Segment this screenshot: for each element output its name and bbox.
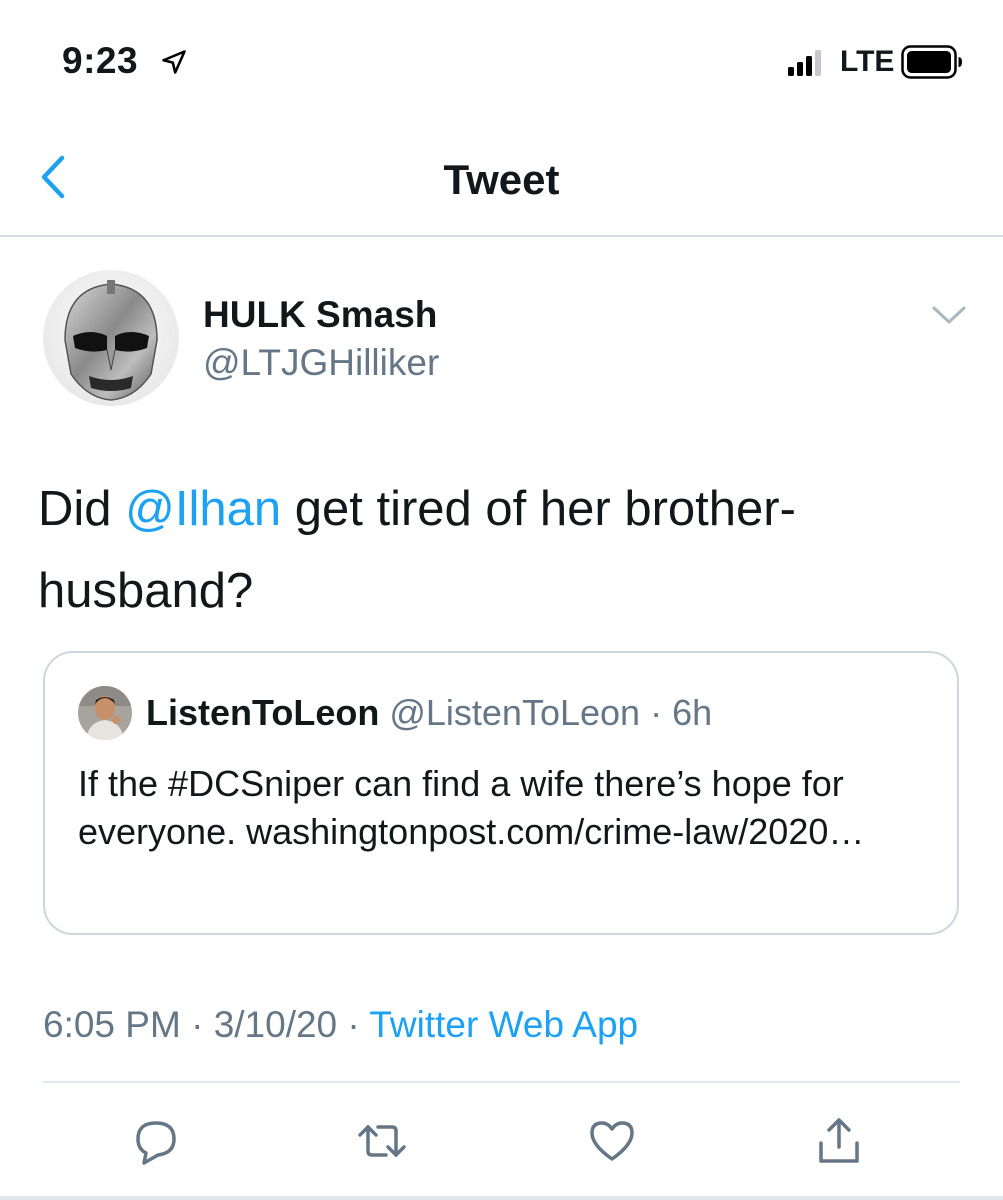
location-arrow-icon bbox=[162, 50, 186, 74]
page-title: Tweet bbox=[443, 156, 560, 203]
nav-divider bbox=[0, 235, 1003, 237]
meta-separator-2: · bbox=[347, 1004, 360, 1045]
quoted-separator: · bbox=[640, 692, 673, 733]
quoted-age: 6h bbox=[672, 692, 713, 733]
status-time: 9:23 bbox=[62, 40, 139, 81]
meta-separator-1: · bbox=[191, 1004, 204, 1045]
bottom-divider bbox=[0, 1196, 1003, 1200]
tweet-meta: 6:05 PM · 3/10/20 · Twitter Web App bbox=[43, 1004, 638, 1046]
tweet-text: Did @Ilhan get tired of her brother-husb… bbox=[38, 468, 978, 632]
carrier-label: LTE bbox=[840, 45, 895, 78]
tweet-text-before: Did bbox=[38, 482, 126, 536]
like-icon[interactable] bbox=[586, 1115, 638, 1167]
quoted-author-name: ListenToLeon bbox=[146, 692, 380, 733]
quoted-tweet-text: If the #DCSniper can find a wife there’s… bbox=[78, 763, 865, 852]
battery-icon bbox=[901, 45, 962, 79]
author-name[interactable]: HULK Smash bbox=[203, 294, 437, 336]
meta-divider bbox=[43, 1081, 960, 1083]
author-handle[interactable]: @LTJGHilliker bbox=[203, 342, 439, 384]
mention-link[interactable]: @Ilhan bbox=[125, 482, 281, 536]
author-avatar[interactable] bbox=[43, 270, 179, 406]
share-icon[interactable] bbox=[813, 1115, 865, 1167]
chevron-down-icon[interactable] bbox=[930, 300, 968, 330]
quoted-author-handle: @ListenToLeon bbox=[389, 692, 641, 733]
quoted-author-avatar bbox=[78, 686, 132, 740]
quoted-header: ListenToLeon @ListenToLeon · 6h bbox=[146, 692, 712, 734]
signal-icon bbox=[788, 50, 821, 76]
retweet-icon[interactable] bbox=[356, 1115, 408, 1167]
tweet-date: 3/10/20 bbox=[213, 1004, 338, 1045]
tweet-time: 6:05 PM bbox=[43, 1004, 181, 1045]
tweet-source-link[interactable]: Twitter Web App bbox=[369, 1004, 638, 1045]
reply-icon[interactable] bbox=[130, 1115, 182, 1167]
